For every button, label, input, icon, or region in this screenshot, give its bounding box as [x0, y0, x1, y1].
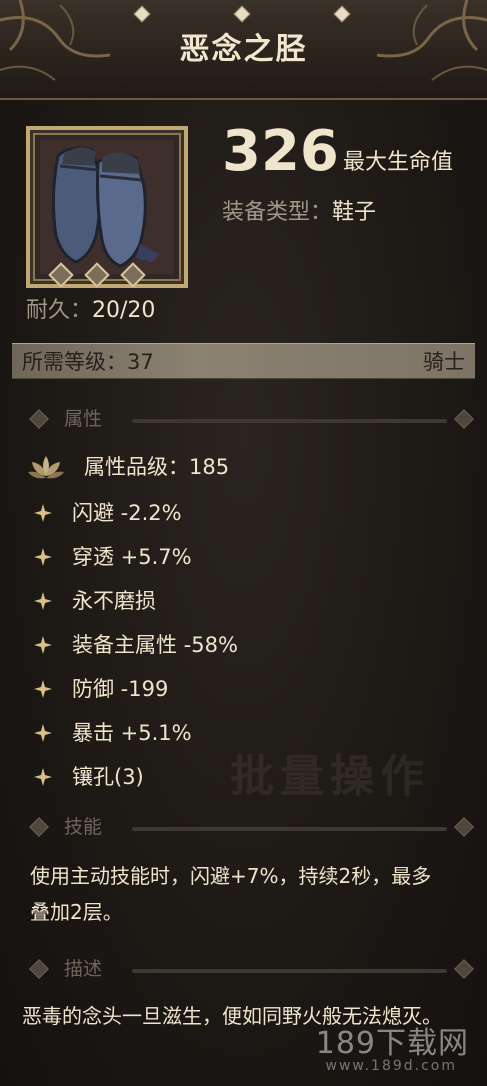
divider: [132, 969, 447, 973]
watermark: 189下载网: [315, 1026, 469, 1061]
socket-gem-icon: [84, 262, 110, 288]
header-gem-icon: [233, 5, 251, 23]
sparkle-icon: [34, 724, 52, 742]
attribute-text: 穿透 +5.7%: [72, 545, 192, 569]
item-name: 恶念之胫: [179, 32, 308, 67]
sparkle-icon: [34, 768, 52, 786]
main-stat-value: 326: [222, 119, 339, 184]
diamond-icon: [454, 959, 474, 979]
title-banner: 恶念之胫: [0, 0, 487, 100]
socket-gems: [44, 262, 164, 288]
required-level: 所需等级：37: [22, 350, 154, 374]
section-title: 技能: [64, 816, 103, 838]
divider: [132, 827, 447, 831]
diamond-icon: [29, 409, 49, 429]
diamond-icon: [29, 817, 49, 837]
sparkle-icon: [34, 504, 52, 522]
sparkle-icon: [34, 680, 52, 698]
sparkle-icon: [34, 548, 52, 566]
attribute-text: 镶孔(3): [72, 765, 144, 789]
lotus-icon: [28, 456, 64, 479]
diamond-icon: [454, 817, 474, 837]
watermark-url: www.189d.com: [325, 1058, 457, 1074]
requirement-bar: 所需等级：37 骑士: [12, 343, 475, 379]
attribute-text: 闪避 -2.2%: [72, 501, 182, 525]
attribute-item: 防御 -199: [34, 672, 464, 706]
section-header-skill: 技能: [22, 812, 477, 842]
main-stat-label: 最大生命值: [343, 150, 454, 175]
attribute-item: 镶孔(3): [34, 760, 464, 794]
durability-value: 20/20: [92, 298, 156, 323]
attribute-item: 闪避 -2.2%: [34, 496, 464, 530]
attribute-text: 永不磨损: [72, 589, 156, 613]
attribute-item: 永不磨损: [34, 584, 464, 618]
greaves-icon: [51, 146, 160, 268]
durability-label: 耐久：: [26, 298, 93, 323]
attribute-text: 防御 -199: [72, 677, 169, 701]
attribute-text: 暴击 +5.1%: [72, 721, 192, 745]
socket-gem-icon: [48, 262, 74, 288]
attribute-item: 装备主属性 -58%: [34, 628, 464, 662]
required-class: 骑士: [423, 350, 465, 374]
section-header-attributes: 属性: [22, 404, 477, 434]
equip-type-value: 鞋子: [332, 200, 377, 225]
equip-type: 装备类型：鞋子: [222, 198, 376, 228]
attribute-item: 暴击 +5.1%: [34, 716, 464, 750]
divider: [132, 419, 447, 423]
skill-description: 使用主动技能时，闪避+7%，持续2秒，最多叠加2层。: [30, 864, 432, 924]
section-title: 描述: [64, 958, 103, 980]
item-tooltip: 批量操作 恶念之胫 326 最大生命值 装备类型：鞋子 耐久：20/20 所需等…: [0, 0, 487, 1086]
section-header-description: 描述: [22, 954, 477, 984]
socket-gem-icon: [120, 262, 146, 288]
sparkle-icon: [34, 592, 52, 610]
attribute-grade-text: 属性品级：185: [84, 455, 230, 479]
diamond-icon: [29, 959, 49, 979]
attribute-item: 穿透 +5.7%: [34, 540, 464, 574]
sparkle-icon: [34, 636, 52, 654]
attribute-grade: 属性品级：185: [26, 450, 466, 484]
durability: 耐久：20/20: [26, 296, 155, 326]
section-title: 属性: [64, 408, 103, 430]
equip-type-label: 装备类型：: [222, 200, 333, 225]
attribute-text: 装备主属性 -58%: [72, 633, 238, 657]
diamond-icon: [454, 409, 474, 429]
